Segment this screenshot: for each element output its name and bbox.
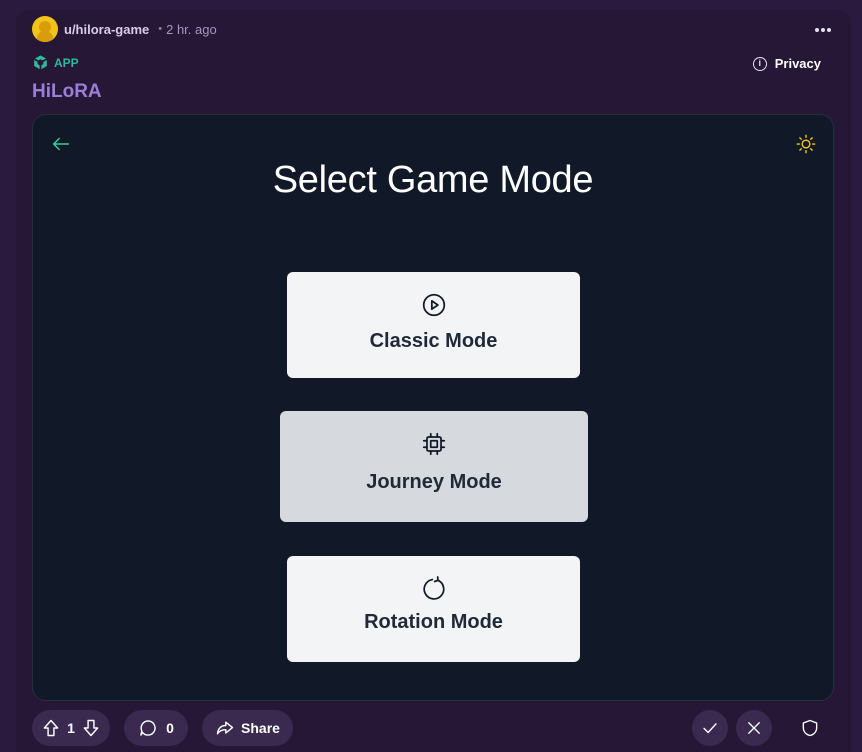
share-icon [216,721,234,735]
page-title: Select Game Mode [272,159,594,201]
app-frame: Select Game Mode Classic Mode Journey Mo… [32,114,834,701]
approve-button[interactable] [692,710,728,746]
app-label: APP [54,55,79,70]
remove-button[interactable] [736,710,772,746]
comments-button[interactable]: 0 [124,710,188,746]
comment-icon [140,720,156,736]
back-button[interactable] [50,133,72,155]
post-card: u/hilora-game • 2 hr. ago APP i Privacy … [16,10,851,752]
journey-mode-label: Journey Mode [366,471,502,493]
share-label: Share [241,720,280,736]
shield-icon [802,719,818,737]
classic-mode-label: Classic Mode [369,330,498,352]
more-dot-icon [815,28,819,32]
sun-icon [796,134,816,154]
user-avatar[interactable] [32,16,58,42]
arrow-left-icon [52,137,70,151]
cpu-chip-icon [422,432,446,456]
theme-toggle-button[interactable] [795,133,817,155]
share-button[interactable]: Share [202,710,293,746]
more-options-button[interactable] [811,20,835,40]
rotation-mode-label: Rotation Mode [364,611,503,633]
app-tag: APP [32,54,79,71]
check-icon [703,723,717,734]
downvote-icon[interactable] [81,718,101,738]
app-cube-icon [33,55,48,70]
more-dot-icon [821,28,825,32]
rotation-mode-button[interactable]: Rotation Mode [287,556,580,662]
username-link[interactable]: u/hilora-game [64,22,149,37]
vote-bar: 1 [32,710,110,746]
close-icon [748,722,760,734]
privacy-button[interactable]: i Privacy [752,56,821,71]
post-time: 2 hr. ago [166,21,217,37]
classic-mode-button[interactable]: Classic Mode [287,272,580,378]
more-dot-icon [827,28,831,32]
mod-shield-button[interactable] [792,710,828,746]
comment-count: 0 [166,720,174,736]
post-actions: 1 0 Share [32,710,834,746]
post-title[interactable]: HiLoRA [32,81,102,103]
journey-mode-button[interactable]: Journey Mode [280,411,588,522]
post-header: u/hilora-game • 2 hr. ago [32,16,217,42]
rotate-icon [422,576,445,600]
separator-dot: • [158,23,163,35]
info-icon: i [752,56,767,71]
play-circle-icon [422,293,445,317]
upvote-icon[interactable] [41,718,61,738]
privacy-label: Privacy [774,56,821,71]
vote-count: 1 [67,720,75,736]
